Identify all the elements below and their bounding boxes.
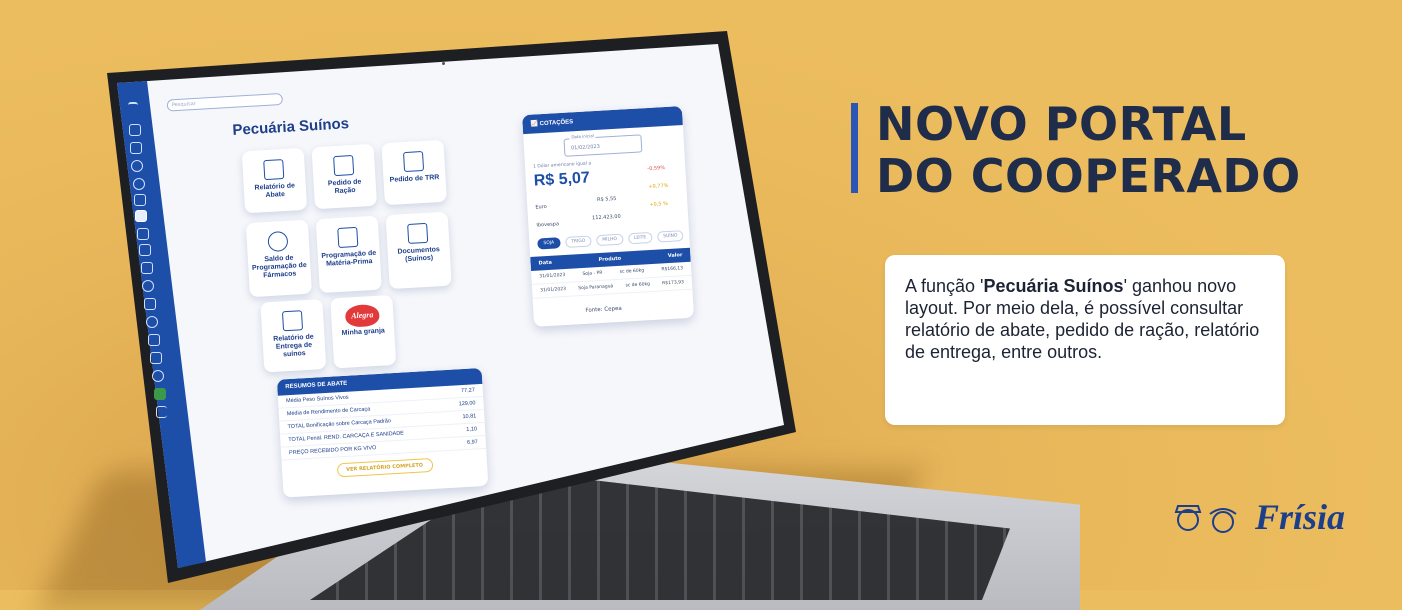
tile-minha-granja[interactable]: Alegra Minha granja	[330, 294, 397, 369]
tractor-icon[interactable]	[141, 262, 153, 274]
euro-label: Euro	[535, 203, 547, 211]
row-label: PREÇO RECEBIDO POR KG VIVO	[288, 445, 377, 457]
row-label: Média Peso Suínos Vivos	[285, 394, 349, 405]
tile-label: Relatório de Entrega de suínos	[273, 333, 314, 359]
headline-accent-bar	[851, 103, 858, 193]
resumo-abate-card: RESUMOS DE ABATE Média Peso Suínos Vivos…	[276, 367, 489, 498]
tile-label: Documentos (Suínos)	[397, 246, 441, 264]
dollar-label: 1 Dólar americano igual a	[532, 161, 592, 170]
tile-label: Saldo de Programação de Fármacos	[251, 254, 307, 280]
tile-label: Programação de Matéria-Prima	[321, 249, 377, 268]
headline-line-2: DO COOPERADO	[876, 149, 1301, 203]
cell-date: 31/01/2023	[540, 286, 567, 294]
feed-cart-icon	[333, 154, 355, 177]
folder-icon	[407, 222, 429, 244]
tile-label: Minha granja	[341, 327, 386, 337]
tile-label: Relatório de Abate	[254, 182, 296, 200]
cell-product: Soja - PR	[582, 270, 603, 277]
settings-icon[interactable]	[142, 280, 154, 292]
cell-product: Soja Paranaguá	[578, 284, 614, 292]
folder-icon[interactable]	[150, 352, 162, 364]
frisia-logo-text: Frísia	[1255, 497, 1346, 537]
fuel-pump-icon	[402, 150, 425, 173]
help-icon[interactable]	[152, 370, 164, 382]
alegra-logo: Alegra	[344, 303, 380, 328]
description-card: A função 'Pecuária Suínos' ganhou novo l…	[885, 255, 1285, 425]
cotacoes-title: COTAÇÕES	[539, 119, 574, 128]
tile-saldo-farmacos[interactable]: Saldo de Programação de Fármacos	[245, 219, 312, 298]
headline-line-1: NOVO PORTAL	[876, 97, 1247, 151]
cell-unit: sc de 60kg	[619, 268, 645, 275]
card-title: 📈 COTAÇÕES	[522, 105, 683, 135]
ibovespa-variation: +0,5 %	[649, 200, 669, 209]
menu-icon[interactable]	[128, 102, 138, 109]
paperclip-icon[interactable]	[129, 124, 141, 136]
dollar-variation: -0,59%	[647, 165, 666, 173]
row-value: 1,10	[466, 426, 478, 433]
pills-icon	[267, 230, 289, 253]
row-label: Média de Rendimento de Carcaça	[286, 406, 371, 418]
source-label: Fonte: Cepea	[585, 305, 622, 314]
home-icon[interactable]	[130, 142, 142, 154]
calendar-icon[interactable]	[148, 334, 160, 346]
coin-icon[interactable]	[131, 160, 143, 172]
description-highlight: Pecuária Suínos	[983, 276, 1124, 296]
document-icon[interactable]	[144, 298, 156, 310]
tab-suino[interactable]: SUÍNO	[656, 230, 684, 243]
tile-relatorio-abate[interactable]: Relatório de Abate	[241, 147, 308, 214]
ibovespa-label: Ibovespa	[536, 221, 560, 229]
ver-relatorio-button[interactable]: VER RELATÓRIO COMPLETO	[336, 457, 433, 478]
tab-trigo[interactable]: TRIGO	[564, 235, 592, 248]
flag-icon[interactable]	[154, 388, 166, 400]
portal-content: Pesquisar Pecuária Suínos Relatório de A…	[160, 58, 746, 559]
folder-icon	[281, 310, 304, 332]
ibovespa-value: 112.423,00	[591, 213, 621, 222]
cell-value: R$166,13	[661, 266, 684, 273]
dollar-value: R$ 5,07	[533, 169, 591, 190]
row-value: 10,81	[462, 413, 477, 421]
logout-icon[interactable]	[156, 406, 167, 418]
gear-icon[interactable]	[146, 316, 158, 328]
description-text: A função 'Pecuária Suínos' ganhou novo l…	[905, 275, 1265, 363]
cotacoes-table: Data Produto Valor 31/01/2023 Soja - PR …	[530, 247, 693, 299]
webcam	[442, 62, 445, 65]
tab-soja[interactable]: SOJA	[537, 237, 561, 250]
chart-icon[interactable]	[137, 228, 149, 240]
cotacoes-card: 📈 COTAÇÕES 01/02/2023 Data inicial 1 Dól…	[522, 105, 694, 327]
pig-icon[interactable]	[135, 210, 147, 222]
header-produto: Produto	[598, 255, 622, 264]
row-value: 6,97	[466, 439, 478, 446]
tab-milho[interactable]: MILHO	[596, 233, 624, 247]
tile-relatorio-entrega[interactable]: Relatório de Entrega de suínos	[260, 299, 327, 373]
header-valor: Valor	[667, 252, 683, 260]
tab-leite[interactable]: LEITE	[627, 231, 653, 245]
page-title: Pecuária Suínos	[231, 115, 350, 139]
euro-variation: +0,77%	[648, 182, 669, 191]
tile-pedido-trr[interactable]: Pedido de TRR	[381, 139, 447, 206]
database-icon[interactable]	[134, 194, 146, 206]
euro-value: R$ 5,55	[596, 195, 617, 204]
tile-label: Pedido de Ração	[327, 178, 362, 196]
row-value: 129,00	[458, 400, 476, 408]
globe-icon[interactable]	[133, 178, 145, 190]
tile-documentos-suinos[interactable]: Documentos (Suínos)	[385, 211, 452, 290]
calendar-icon	[337, 226, 359, 248]
tile-pedido-racao[interactable]: Pedido de Ração	[311, 143, 378, 210]
header-data: Data	[538, 259, 553, 267]
row-value: 77,27	[460, 387, 475, 395]
clipboard-icon	[263, 159, 285, 181]
search-input[interactable]: Pesquisar	[166, 92, 284, 112]
commodity-tabs: SOJA TRIGO MILHO LEITE SUÍNO	[537, 230, 684, 250]
tile-label: Pedido de TRR	[389, 174, 440, 184]
headline: NOVO PORTAL DO COOPERADO	[876, 98, 1301, 202]
cell-unit: sc de 60kg	[625, 282, 651, 289]
tile-programacao-materia-prima[interactable]: Programação de Matéria-Prima	[315, 215, 382, 294]
cell-date: 31/01/2023	[539, 272, 566, 280]
cell-value: R$173,93	[662, 280, 685, 287]
description-prefix: A função '	[905, 276, 984, 296]
cart-icon[interactable]	[139, 244, 151, 256]
